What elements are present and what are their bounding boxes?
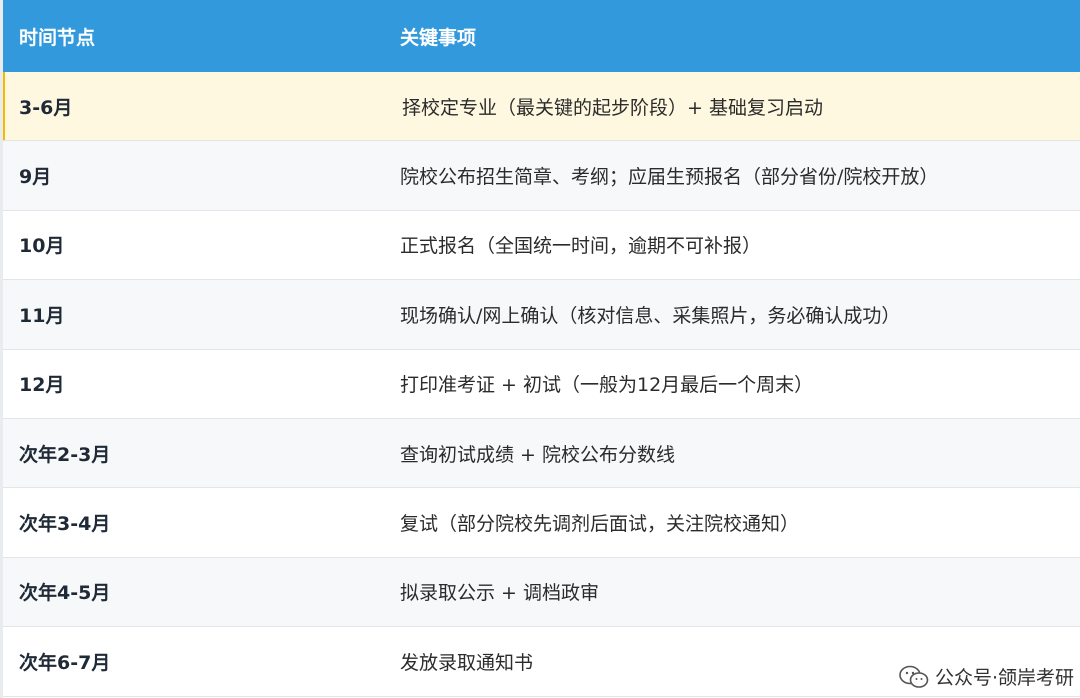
row-time: 11月	[19, 304, 65, 327]
table-row: 9月 院校公布招生简章、考纲；应届生预报名（部分省份/院校开放）	[3, 141, 1080, 211]
row-time: 次年4-5月	[19, 582, 111, 605]
table-row: 10月 正式报名（全国统一时间，逾期不可补报）	[3, 211, 1080, 281]
wechat-icon	[899, 665, 929, 688]
table-row: 3-6月 择校定专业（最关键的起步阶段）+ 基础复习启动	[3, 72, 1080, 142]
row-time: 3-6月	[19, 96, 73, 119]
row-item: 正式报名（全国统一时间，逾期不可补报）	[400, 235, 762, 258]
table-row: 次年4-5月 拟录取公示 + 调档政审	[3, 557, 1080, 628]
row-item: 择校定专业（最关键的起步阶段）+ 基础复习启动	[402, 96, 823, 119]
row-time: 12月	[19, 374, 65, 397]
row-item: 打印准考证 + 初试（一般为12月最后一个周末）	[400, 374, 814, 397]
row-time: 次年2-3月	[19, 443, 111, 466]
table-row: 次年3-4月 复试（部分院校先调剂后面试，关注院校通知）	[3, 488, 1080, 558]
table-header: 时间节点 关键事项	[3, 0, 1080, 72]
row-item: 拟录取公示 + 调档政审	[400, 582, 599, 605]
row-time: 次年6-7月	[19, 651, 111, 674]
row-time: 次年3-4月	[19, 513, 111, 536]
row-item: 查询初试成绩 + 院校公布分数线	[400, 443, 675, 466]
table-row: 11月 现场确认/网上确认（核对信息、采集照片，务必确认成功）	[3, 280, 1080, 350]
row-item: 现场确认/网上确认（核对信息、采集照片，务必确认成功）	[400, 304, 901, 327]
row-time: 9月	[19, 166, 52, 189]
table-row: 12月 打印准考证 + 初试（一般为12月最后一个周末）	[3, 350, 1080, 419]
header-item: 关键事项	[400, 26, 477, 49]
watermark: 公众号·颌岸考研	[899, 663, 1074, 690]
table-row: 次年2-3月 查询初试成绩 + 院校公布分数线	[3, 418, 1080, 489]
header-time: 时间节点	[19, 26, 96, 49]
row-item: 院校公布招生简章、考纲；应届生预报名（部分省份/院校开放）	[400, 166, 939, 189]
watermark-text: 公众号·颌岸考研	[934, 667, 1074, 689]
row-time: 10月	[19, 235, 65, 258]
schedule-table: 时间节点 关键事项 3-6月 择校定专业（最关键的起步阶段）+ 基础复习启动 9…	[0, 0, 1080, 698]
row-item: 复试（部分院校先调剂后面试，关注院校通知）	[400, 513, 800, 536]
